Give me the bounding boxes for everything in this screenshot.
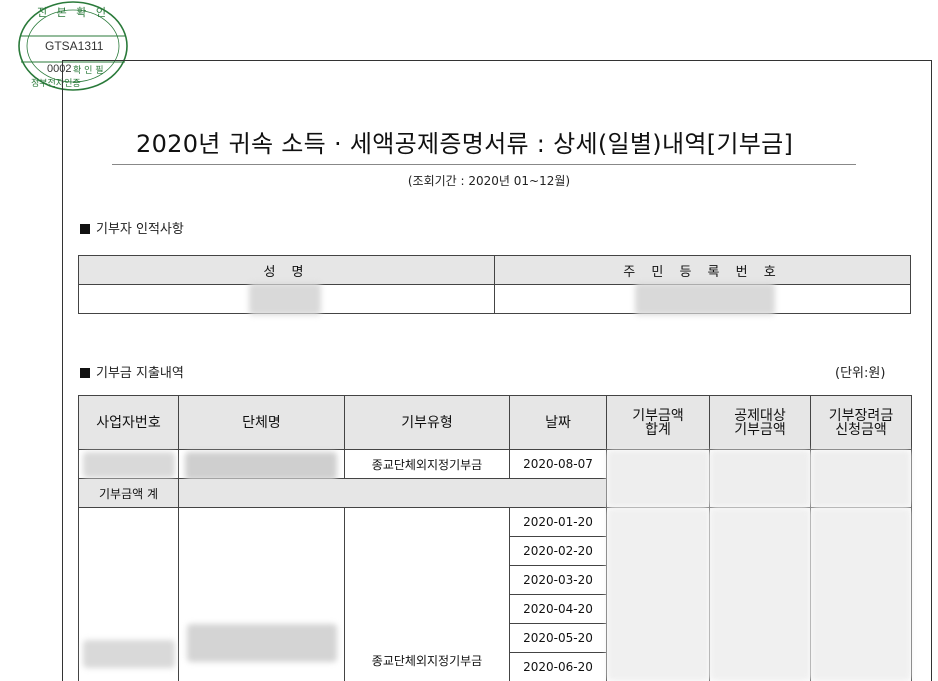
org-name-cell	[178, 449, 345, 480]
header-resident-number: 주 민 등 록 번 호	[494, 255, 911, 285]
donation-section-heading-text: 기부금 지출내역	[96, 366, 184, 381]
header-type: 기부유형	[344, 395, 510, 450]
header-biz-no: 사업자번호	[78, 395, 179, 450]
amount-cell	[606, 449, 710, 508]
unit-label: (단위:원)	[835, 366, 886, 381]
table-row: 종교단체외지정기부금 2020-01-20	[78, 507, 912, 681]
header-total: 기부금액 합계	[606, 395, 710, 450]
header-total-line1: 기부금액	[632, 407, 684, 424]
redacted-amount	[811, 508, 911, 681]
donor-name-cell	[78, 283, 495, 315]
date-cell: 2020-02-20	[509, 536, 607, 566]
header-incentive-line2: 신청금액	[835, 421, 887, 438]
table-row: 종교단체외지정기부금 2020-08-07	[78, 449, 912, 508]
redacted-biz-no	[83, 452, 175, 478]
header-deductible-line2: 기부금액	[734, 421, 786, 438]
org-name-cell	[178, 507, 345, 681]
donor-info-table: 성 명 주 민 등 록 번 호	[78, 255, 911, 315]
square-bullet-icon	[80, 224, 90, 234]
biz-no-cell	[78, 507, 179, 681]
date-cell: 2020-03-20	[509, 565, 607, 595]
redacted-amount	[607, 508, 709, 681]
redacted-amount	[710, 508, 810, 681]
amount-cell	[709, 449, 811, 508]
title-underline	[112, 164, 856, 165]
amount-cell	[606, 507, 710, 681]
header-org-name: 단체명	[178, 395, 345, 450]
donation-section-heading: 기부금 지출내역	[80, 362, 184, 381]
amount-cell	[709, 507, 811, 681]
stamp-top-text: 진 본 확 인	[37, 6, 109, 19]
redacted-org-name	[187, 624, 337, 662]
subtotal-spacer	[178, 478, 607, 508]
redacted-amount	[710, 450, 810, 507]
date-cell: 2020-04-20	[509, 594, 607, 624]
donation-table: 사업자번호 단체명 기부유형 날짜 기부금액 합계 공제대상 기부금액 기부장려…	[78, 395, 912, 681]
header-deductible: 공제대상 기부금액	[709, 395, 811, 450]
redacted-amount	[811, 450, 911, 507]
header-incentive-line1: 기부장려금	[828, 407, 894, 424]
date-cell: 2020-01-20	[509, 507, 607, 537]
redacted-biz-no	[83, 640, 175, 668]
document-title: 2020년 귀속 소득 · 세액공제증명서류 : 상세(일별)내역[기부금]	[136, 130, 794, 158]
stamp-code-1: GTSA1311	[45, 39, 104, 53]
redacted-resident-number	[635, 283, 775, 315]
header-incentive: 기부장려금 신청금액	[810, 395, 912, 450]
amount-cell	[810, 507, 912, 681]
date-cell: 2020-06-20	[509, 652, 607, 681]
square-bullet-icon	[80, 368, 90, 378]
redacted-amount	[607, 450, 709, 507]
header-date: 날짜	[509, 395, 607, 450]
donor-section-heading-text: 기부자 인적사항	[96, 222, 184, 237]
redacted-name	[249, 283, 321, 315]
redacted-org-name	[185, 452, 337, 480]
type-cell: 종교단체외지정기부금	[344, 449, 510, 479]
header-name: 성 명	[78, 255, 495, 285]
date-cell: 2020-05-20	[509, 623, 607, 653]
subtotal-label: 기부금액 계	[78, 478, 179, 508]
amount-cell	[810, 449, 912, 508]
header-total-line2: 합계	[645, 421, 671, 438]
type-cell: 종교단체외지정기부금	[344, 507, 510, 681]
donor-resident-number-cell	[494, 283, 911, 315]
biz-no-cell	[78, 449, 179, 479]
donor-section-heading: 기부자 인적사항	[80, 218, 184, 237]
date-cell: 2020-08-07	[509, 449, 607, 479]
query-period: (조회기간 : 2020년 01~12월)	[407, 174, 571, 188]
header-deductible-line1: 공제대상	[734, 407, 786, 424]
